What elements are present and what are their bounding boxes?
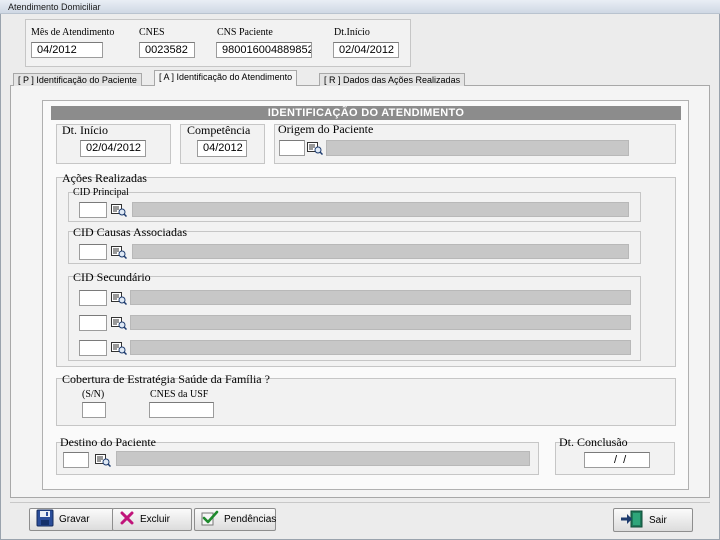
mes-label: Mês de Atendimento [31, 27, 115, 38]
tab-atendimento[interactable]: [ A ] Identificação do Atendimento [154, 70, 298, 86]
lookup-icon[interactable] [110, 341, 128, 355]
lookup-icon[interactable] [110, 203, 128, 217]
cid-causas-label: CID Causas Associadas [73, 225, 187, 239]
cid-causas-description [132, 244, 629, 259]
save-icon [36, 509, 54, 530]
acoes-label: Ações Realizadas [62, 171, 147, 185]
window-title: Atendimento Domiciliar [0, 0, 720, 14]
cid-secundario-label: CID Secundário [73, 270, 151, 284]
pendencias-label: Pendências [224, 514, 277, 525]
mes-field[interactable]: 04/2012 [31, 42, 103, 58]
competencia-field[interactable]: 04/2012 [197, 140, 247, 157]
destino-description [116, 451, 530, 466]
tab-paciente[interactable]: [ P ] Identificação do Paciente [13, 73, 142, 86]
cid-causas-field[interactable] [79, 244, 107, 260]
destino-label: Destino do Paciente [60, 435, 156, 449]
lookup-icon[interactable] [94, 453, 112, 467]
sair-label: Sair [649, 514, 667, 526]
origem-label: Origem do Paciente [278, 122, 374, 136]
dt-inicio-label: Dt. Início [62, 123, 108, 137]
competencia-label: Competência [187, 123, 251, 137]
cnes-usf-field[interactable] [149, 402, 214, 418]
cnes-label: CNES [139, 27, 165, 38]
sn-field[interactable] [82, 402, 106, 418]
lookup-icon[interactable] [306, 141, 324, 155]
pendencias-button[interactable]: Pendências [194, 508, 276, 531]
gravar-button[interactable]: Gravar [29, 508, 114, 531]
check-icon [201, 510, 219, 529]
sn-label: (S/N) [82, 389, 105, 400]
cid-secundario-field-3[interactable] [79, 340, 107, 356]
cid-principal-field[interactable] [79, 202, 107, 218]
excluir-button[interactable]: Excluir [112, 508, 192, 531]
cid-secundario-description-1 [130, 290, 631, 305]
lookup-icon[interactable] [110, 316, 128, 330]
lookup-icon[interactable] [110, 291, 128, 305]
dtinicio-field[interactable]: 02/04/2012 [333, 42, 399, 58]
gravar-label: Gravar [59, 514, 90, 525]
cns-label: CNS Paciente [217, 27, 273, 38]
panel-title: IDENTIFICAÇÃO DO ATENDIMENTO [51, 106, 681, 120]
dtinicio-label: Dt.Início [334, 27, 370, 38]
excluir-label: Excluir [140, 514, 171, 525]
lookup-icon[interactable] [110, 245, 128, 259]
origem-code-field[interactable] [279, 140, 305, 156]
origem-description [326, 140, 629, 156]
cnes-usf-label: CNES da USF [150, 389, 209, 400]
destino-code-field[interactable] [63, 452, 89, 468]
delete-icon [119, 510, 135, 529]
cid-secundario-description-3 [130, 340, 631, 355]
cid-principal-label: CID Principal [73, 187, 129, 198]
dt-inicio-field[interactable]: 02/04/2012 [80, 140, 146, 157]
button-bar-divider [10, 502, 710, 503]
cobertura-label: Cobertura de Estratégia Saúde da Família… [62, 372, 270, 386]
cns-field[interactable]: 980016004889852 [216, 42, 312, 58]
cid-principal-description [132, 202, 629, 217]
cid-secundario-field-2[interactable] [79, 315, 107, 331]
dt-conclusao-label: Dt. Conclusão [559, 435, 628, 449]
tab-acoes[interactable]: [ R ] Dados das Ações Realizadas [319, 73, 466, 86]
cid-secundario-description-2 [130, 315, 631, 330]
cid-secundario-field-1[interactable] [79, 290, 107, 306]
exit-icon [620, 510, 644, 531]
dt-conclusao-field[interactable]: / / [584, 452, 650, 468]
cnes-field[interactable]: 0023582 [139, 42, 195, 58]
sair-button[interactable]: Sair [613, 508, 693, 532]
